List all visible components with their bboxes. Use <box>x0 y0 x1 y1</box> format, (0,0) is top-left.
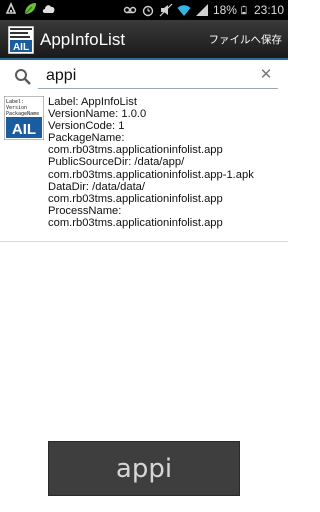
app-info-text: Label: AppInfoList VersionName: 1.0.0 Ve… <box>48 96 284 229</box>
data-dir-label: DataDir: /data/data/ <box>48 180 146 193</box>
status-bar: 18% 23:10 <box>0 0 288 20</box>
process-name-label: ProcessName: <box>48 204 122 217</box>
search-bar: ✕ <box>0 60 288 92</box>
app-icon-line-3: PackageName <box>6 111 39 117</box>
process-name-value: com.rb03tms.applicationinfolist.app <box>48 216 223 229</box>
app-logo-icon: AIL <box>8 26 34 54</box>
save-to-file-button[interactable]: ファイルへ保存 <box>209 32 283 48</box>
app-icon: Label: Version PackageName AIL <box>4 96 44 140</box>
wifi-icon <box>177 5 191 16</box>
action-bar: AIL AppInfoList ファイルへ保存 <box>0 20 288 60</box>
list-item[interactable]: Label: Version PackageName AIL Label: Ap… <box>0 94 288 242</box>
battery-percent: 18% <box>212 3 237 17</box>
clear-search-icon[interactable]: ✕ <box>258 66 274 82</box>
label-line: Label: AppInfoList <box>48 96 137 108</box>
signal-icon <box>195 4 208 16</box>
public-source-dir-label: PublicSourceDir: /data/app/ <box>48 156 185 169</box>
cloud-icon <box>42 5 55 13</box>
search-icon <box>15 69 31 85</box>
search-input[interactable] <box>38 63 278 89</box>
system-icons: 18% 23:10 <box>123 2 284 18</box>
leaf-icon <box>24 3 36 15</box>
voicemail-icon <box>123 6 137 14</box>
usb-debug-icon <box>5 2 17 14</box>
query-button[interactable]: appi <box>48 441 240 496</box>
app-title: AppInfoList <box>40 30 126 49</box>
data-dir-value: com.rb03tms.applicationinfolist.app <box>48 192 223 205</box>
version-name-line: VersionName: 1.0.0 <box>48 108 147 121</box>
silent-icon <box>159 3 173 17</box>
battery-icon <box>241 5 247 15</box>
app-icon-badge: AIL <box>12 121 36 138</box>
package-name-value: com.rb03tms.applicationinfolist.app <box>48 144 223 157</box>
clock: 23:10 <box>253 3 284 17</box>
package-name-label: PackageName: <box>48 132 125 145</box>
alarm-icon <box>142 5 154 17</box>
version-code-line: VersionCode: 1 <box>48 120 125 133</box>
svg-text:AIL: AIL <box>13 42 29 53</box>
public-source-dir-value: com.rb03tms.applicationinfolist.app-1.ap… <box>48 168 254 181</box>
notification-icons <box>4 2 56 16</box>
